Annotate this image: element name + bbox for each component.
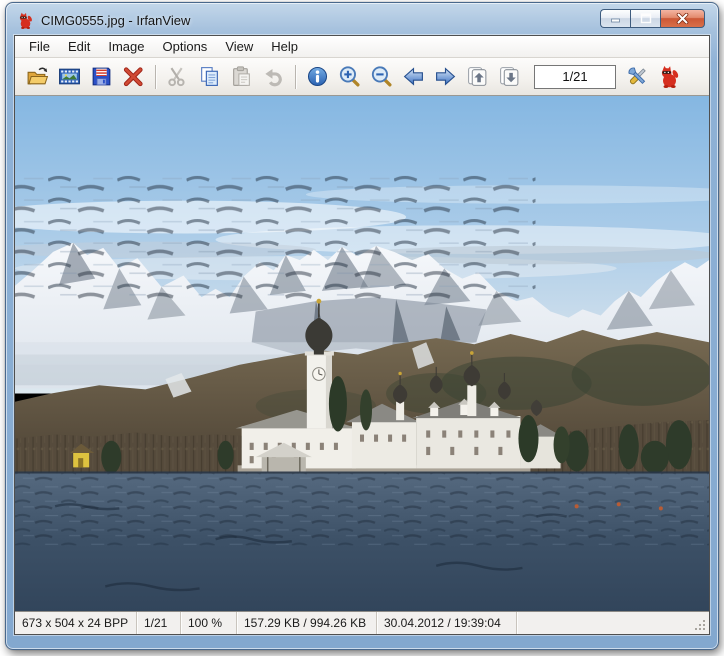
save-button[interactable]: [86, 62, 116, 92]
status-page: 1/21: [137, 612, 181, 634]
tools-wrench-icon: [626, 65, 649, 88]
menu-help[interactable]: Help: [262, 37, 307, 56]
menu-options[interactable]: Options: [154, 37, 217, 56]
menu-image[interactable]: Image: [99, 37, 153, 56]
close-button[interactable]: [660, 9, 705, 28]
toolbar: [15, 58, 709, 96]
info-icon: [306, 65, 329, 88]
delete-button[interactable]: [118, 62, 148, 92]
status-bar: 673 x 504 x 24 BPP 1/21 100 % 157.29 KB …: [15, 612, 709, 634]
page-counter-input[interactable]: [534, 65, 616, 89]
menu-file[interactable]: File: [20, 37, 59, 56]
resize-grip[interactable]: [695, 620, 707, 632]
maximize-icon: [640, 13, 652, 24]
open-button[interactable]: [22, 62, 52, 92]
window-title: CIMG0555.jpg - IrfanView: [41, 13, 190, 28]
previous-image-button[interactable]: [398, 62, 428, 92]
cut-scissors-icon: [166, 65, 189, 88]
copy-button[interactable]: [194, 62, 224, 92]
photo-viewport[interactable]: [15, 96, 709, 612]
irfanview-window: CIMG0555.jpg - IrfanView: [5, 2, 719, 650]
delete-x-icon: [122, 65, 145, 88]
minimize-icon: [610, 13, 622, 24]
menu-bar: File Edit Image Options View Help: [15, 36, 709, 58]
menu-view[interactable]: View: [216, 37, 262, 56]
status-zoom: 100 %: [181, 612, 237, 634]
pages-down-icon: [498, 65, 521, 88]
close-icon: [676, 13, 689, 24]
filmstrip-icon: [58, 65, 81, 88]
cut-button[interactable]: [162, 62, 192, 92]
last-page-button[interactable]: [494, 62, 524, 92]
open-folder-icon: [26, 65, 49, 88]
window-controls: [600, 9, 705, 28]
app-icon-devil[interactable]: [17, 12, 34, 29]
arrow-left-icon: [402, 65, 425, 88]
toolbar-separator: [155, 65, 157, 89]
next-image-button[interactable]: [430, 62, 460, 92]
about-irfanview-button[interactable]: [654, 62, 684, 92]
first-page-button[interactable]: [462, 62, 492, 92]
status-file-size: 157.29 KB / 994.26 KB: [237, 612, 377, 634]
image-info-button[interactable]: [302, 62, 332, 92]
zoom-out-button[interactable]: [366, 62, 396, 92]
toolbar-separator: [295, 65, 297, 89]
undo-arrow-icon: [262, 65, 285, 88]
properties-button[interactable]: [622, 62, 652, 92]
status-dimensions: 673 x 504 x 24 BPP: [15, 612, 137, 634]
zoom-in-icon: [338, 65, 361, 88]
pages-up-icon: [466, 65, 489, 88]
photo-schloss-ort: [15, 96, 709, 611]
copy-icon: [198, 65, 221, 88]
undo-button[interactable]: [258, 62, 288, 92]
zoom-out-icon: [370, 65, 393, 88]
menu-edit[interactable]: Edit: [59, 37, 99, 56]
save-floppy-icon: [90, 65, 113, 88]
client-area: File Edit Image Options View Help: [14, 35, 710, 635]
desktop-stage: CIMG0555.jpg - IrfanView: [0, 0, 724, 656]
paste-button[interactable]: [226, 62, 256, 92]
arrow-right-icon: [434, 65, 457, 88]
titlebar[interactable]: CIMG0555.jpg - IrfanView: [6, 3, 718, 35]
thumbnails-button[interactable]: [54, 62, 84, 92]
status-datetime: 30.04.2012 / 19:39:04: [377, 612, 517, 634]
minimize-button[interactable]: [600, 9, 630, 28]
maximize-button[interactable]: [630, 9, 660, 28]
irfanview-devil-icon: [658, 65, 681, 88]
zoom-in-button[interactable]: [334, 62, 364, 92]
paste-clipboard-icon: [230, 65, 253, 88]
